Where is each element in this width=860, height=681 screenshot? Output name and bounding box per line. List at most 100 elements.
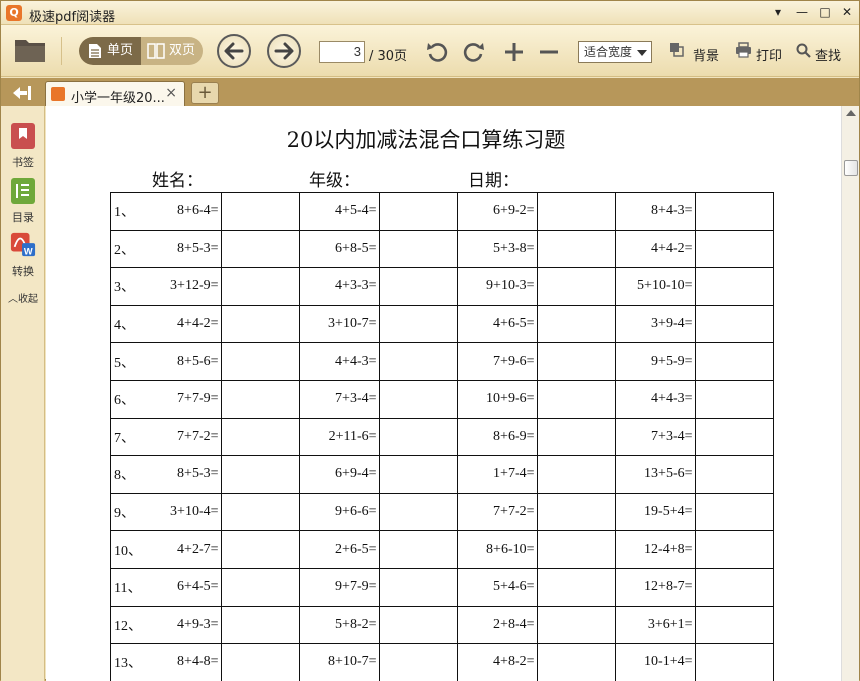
- answer-cell: [536, 192, 616, 231]
- table-row: 10、 4+2-7= 2+6-5= 8+6-10= 12-4+8=: [110, 530, 774, 569]
- document-viewport: 20以内加减法混合口算练习题 姓名： 年级： 日期： 1、 8+6-4= 4+5-4…: [46, 106, 841, 681]
- equation-cell: 8+4-3=: [614, 192, 696, 231]
- document-tab[interactable]: 小学一年级20... ×: [45, 81, 185, 106]
- answer-cell: [536, 492, 616, 532]
- row-number: 6、: [110, 379, 144, 419]
- equation-cell: 8+5-3=: [144, 229, 222, 269]
- zoom-mode-select[interactable]: 适合宽度: [578, 41, 652, 63]
- table-row: 2、 8+5-3= 6+8-5= 5+3-8= 4+4-2=: [110, 229, 774, 269]
- equation-cell: 5+3-8=: [456, 229, 538, 269]
- row-number: 5、: [110, 342, 144, 381]
- zoom-in-button[interactable]: [501, 39, 527, 65]
- sidebar-item-convert[interactable]: W 转换: [5, 231, 41, 279]
- equation-cell: 4+3-3=: [298, 267, 380, 306]
- table-row: 3、 3+12-9= 4+3-3= 9+10-3= 5+10-10=: [110, 267, 774, 306]
- search-button[interactable]: 查找: [796, 43, 842, 64]
- single-page-label: 单页: [107, 43, 134, 58]
- date-label: 日期：: [468, 171, 519, 191]
- answer-cell: [694, 417, 774, 457]
- answer-cell: [694, 455, 774, 494]
- answer-cell: [536, 643, 616, 681]
- toggle-sidebar-button[interactable]: [7, 82, 37, 104]
- answer-cell: [220, 492, 300, 532]
- search-label: 查找: [815, 49, 842, 64]
- answer-cell: [220, 267, 300, 306]
- equation-cell: 6+4-5=: [144, 567, 222, 607]
- double-page-button[interactable]: 双页: [141, 37, 203, 65]
- answer-cell: [220, 342, 300, 381]
- answer-cell: [378, 304, 458, 344]
- equation-cell: 7+7-2=: [144, 417, 222, 457]
- answer-cell: [378, 643, 458, 681]
- print-button[interactable]: 打印: [735, 42, 782, 64]
- equation-cell: 4+6-5=: [456, 304, 538, 344]
- maximize-button[interactable]: □: [814, 3, 836, 21]
- open-file-button[interactable]: [13, 35, 47, 65]
- answer-cell: [220, 379, 300, 419]
- minus-icon: [540, 50, 558, 54]
- equation-cell: 2+11-6=: [298, 417, 380, 457]
- single-page-button[interactable]: 单页: [79, 37, 141, 65]
- table-row: 13、 8+4-8= 8+10-7= 4+8-2= 10-1+4=: [110, 643, 774, 681]
- equation-cell: 6+9-2=: [456, 192, 538, 231]
- name-label: 姓名：: [152, 171, 203, 191]
- answer-cell: [536, 379, 616, 419]
- equation-cell: 7+3-4=: [614, 417, 696, 457]
- answer-cell: [694, 567, 774, 607]
- scrollbar-thumb[interactable]: [844, 160, 858, 176]
- equation-cell: 9+5-9=: [614, 342, 696, 381]
- plus-icon: [505, 43, 523, 61]
- equation-cell: 3+9-4=: [614, 304, 696, 344]
- row-number: 4、: [110, 304, 144, 344]
- page-number-input[interactable]: 3: [319, 41, 365, 63]
- close-tab-icon[interactable]: ×: [165, 85, 177, 101]
- collapse-left-icon: [13, 86, 31, 100]
- answer-cell: [536, 455, 616, 494]
- equation-cell: 4+4-2=: [614, 229, 696, 269]
- answer-cell: [378, 455, 458, 494]
- equation-cell: 2+8-4=: [456, 605, 538, 645]
- equation-cell: 5+10-10=: [614, 267, 696, 306]
- menu-dropdown-button[interactable]: ▾: [767, 3, 789, 21]
- main-toolbar: 单页 双页 3 / 30页 适合宽度 背景 打印 查找: [1, 25, 859, 77]
- answer-cell: [694, 267, 774, 306]
- answer-cell: [220, 567, 300, 607]
- new-tab-button[interactable]: +: [191, 82, 219, 104]
- vertical-scrollbar[interactable]: [841, 106, 859, 681]
- minimize-button[interactable]: —: [791, 3, 813, 21]
- sidebar-item-contents[interactable]: 目录: [5, 177, 41, 225]
- equation-cell: 4+4-3=: [614, 379, 696, 419]
- background-button[interactable]: 背景: [669, 43, 720, 64]
- table-row: 11、 6+4-5= 9+7-9= 5+4-6= 12+8-7=: [110, 567, 774, 607]
- bookmark-icon: [11, 123, 35, 149]
- row-number: 9、: [110, 492, 144, 532]
- answer-cell: [378, 605, 458, 645]
- answer-cell: [378, 417, 458, 457]
- chevron-down-icon: [637, 50, 647, 56]
- equation-cell: 12-4+8=: [614, 530, 696, 569]
- sidebar-collapse-button[interactable]: ︿收起: [8, 290, 38, 305]
- rotate-right-icon: [463, 43, 484, 62]
- exercise-table: 1、 8+6-4= 4+5-4= 6+9-2= 8+4-3= 2、 8+5-3= 6+8-5=…: [110, 192, 774, 681]
- sidebar-item-bookmarks[interactable]: 书签: [5, 122, 41, 170]
- answer-cell: [536, 304, 616, 344]
- close-button[interactable]: ✕: [836, 3, 858, 21]
- prev-page-button[interactable]: [217, 34, 251, 68]
- document-title: 20以内加减法混合口算练习题: [286, 128, 566, 152]
- document-tab-label: 小学一年级20...: [71, 91, 165, 106]
- table-row: 5、 8+5-6= 4+4-3= 7+9-6= 9+5-9=: [110, 342, 774, 381]
- toolbar-divider: [61, 37, 62, 65]
- next-page-button[interactable]: [267, 34, 301, 68]
- answer-cell: [694, 605, 774, 645]
- equation-cell: 8+4-8=: [144, 643, 222, 681]
- row-number: 7、: [110, 417, 144, 457]
- background-label: 背景: [693, 49, 720, 64]
- answer-cell: [378, 342, 458, 381]
- rotate-left-button[interactable]: [425, 39, 451, 65]
- scroll-up-arrow-icon[interactable]: [846, 110, 856, 116]
- equation-cell: 3+10-7=: [298, 304, 380, 344]
- zoom-out-button[interactable]: [536, 39, 562, 65]
- answer-cell: [378, 379, 458, 419]
- arrow-left-icon: [224, 42, 244, 60]
- rotate-right-button[interactable]: [460, 39, 486, 65]
